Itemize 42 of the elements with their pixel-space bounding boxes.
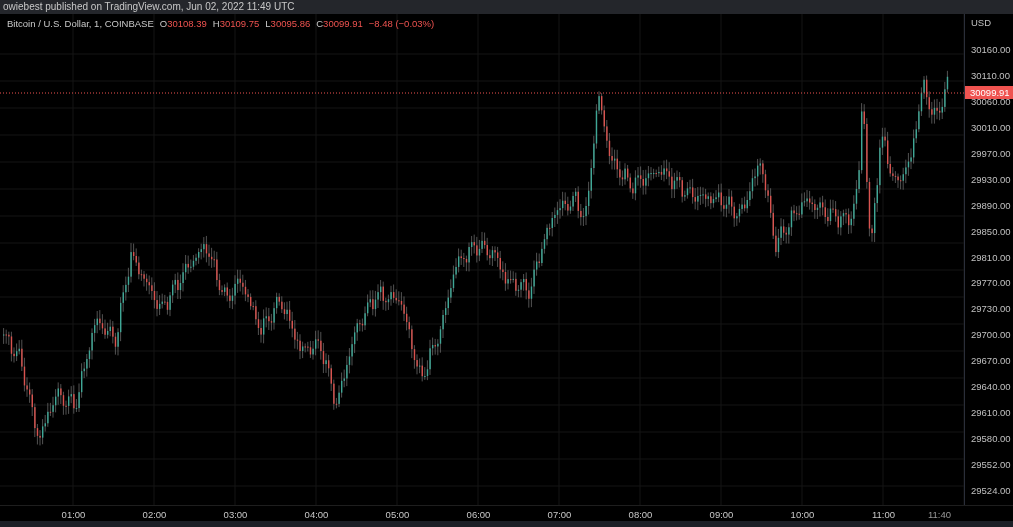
- time-tick: 06:00: [465, 509, 492, 521]
- time-tick: 11:40: [926, 509, 953, 521]
- price-tick: 29850.00: [971, 225, 1011, 237]
- time-tick: 02:00: [141, 509, 168, 521]
- ohlc-label: H: [212, 18, 220, 29]
- price-tick: 29670.00: [971, 355, 1011, 367]
- ohlc-label: C: [316, 18, 324, 29]
- time-tick: 05:00: [384, 509, 411, 521]
- price-tick: 29610.00: [971, 407, 1011, 419]
- time-tick: 09:00: [708, 509, 735, 521]
- time-tick: 03:00: [222, 509, 249, 521]
- ohlc-value: 30095.86: [270, 18, 311, 29]
- price-tick: 30110.00: [971, 69, 1011, 81]
- ohlc-label: L: [265, 18, 271, 29]
- ohlc-value: 30099.91: [323, 18, 363, 29]
- time-tick: 07:00: [546, 509, 573, 521]
- price-tick: 29770.00: [971, 277, 1011, 289]
- price-tick: 29524.00: [971, 484, 1011, 496]
- price-tick: 29890.00: [971, 199, 1011, 211]
- price-tick: 29730.00: [971, 303, 1011, 315]
- publish-info: owiebest published on TradingView.com, Jun 02, 2022 11:49 UTC: [3, 1, 295, 12]
- time-tick: 01:00: [60, 509, 87, 521]
- ohlc-value: 30109.75: [219, 18, 260, 29]
- price-tick: 29700.00: [971, 329, 1011, 341]
- price-tick: 29970.00: [971, 147, 1011, 159]
- time-tick: 08:00: [627, 509, 654, 521]
- time-tick: 11:00: [870, 509, 897, 521]
- time-tick: 04:00: [303, 509, 330, 521]
- currency-label: USD: [971, 17, 992, 28]
- time-tick: 10:00: [789, 509, 816, 521]
- price-tick: 29580.00: [971, 433, 1011, 445]
- price-tick: 29640.00: [971, 381, 1011, 393]
- price-tick: 30160.00: [971, 44, 1011, 55]
- price-tick: 29810.00: [971, 251, 1011, 263]
- price-tick: 29552.00: [971, 459, 1011, 470]
- price-change: −8.48 (−0.03%): [368, 18, 435, 29]
- ohlc-label: O: [159, 18, 168, 29]
- symbol-label: Bitcoin / U.S. Dollar, 1, COINBASE: [7, 18, 154, 29]
- price-tick: 30010.00: [971, 121, 1011, 133]
- price-tick: 29930.00: [971, 173, 1011, 185]
- ohlc-value: 30108.39: [167, 18, 207, 29]
- last-price-tag: 30099.91: [965, 86, 1013, 99]
